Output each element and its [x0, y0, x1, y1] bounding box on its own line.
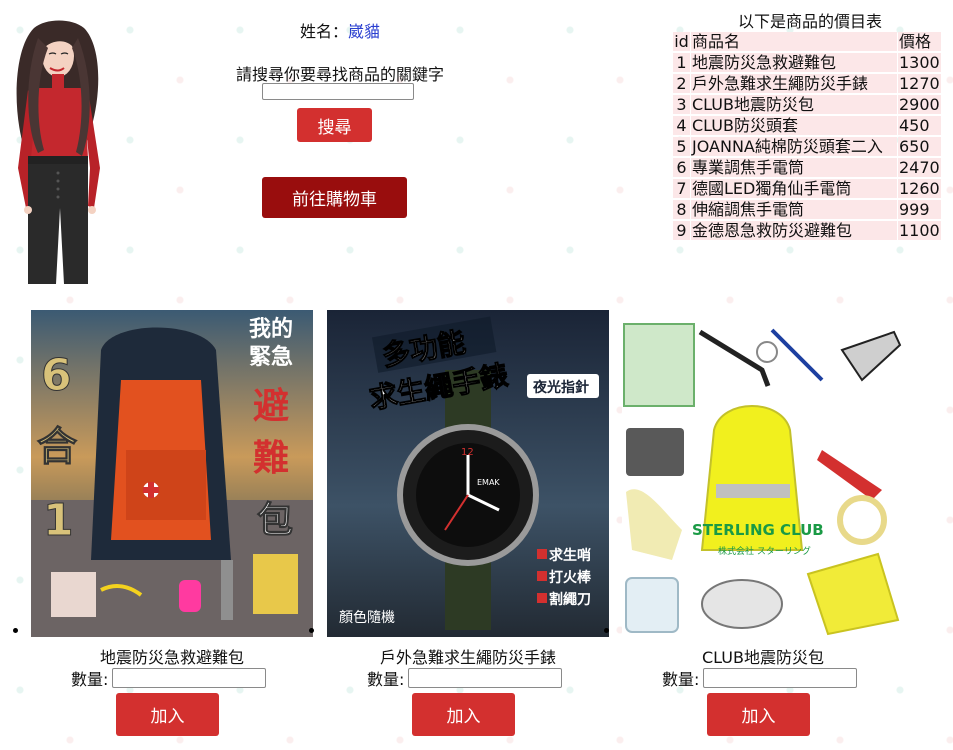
table-row: 9 金德恩急救防災避難包 1100 [673, 221, 941, 240]
cell-id: 4 [673, 116, 690, 135]
product-name-3: CLUB地震防災包 [702, 648, 824, 667]
list-bullet [13, 628, 18, 633]
cell-name: 德國LED獨角仙手電筒 [691, 179, 897, 198]
add-to-cart-button-2[interactable]: 加入 [412, 693, 515, 736]
header-name: 商品名 [691, 32, 897, 51]
table-row: 6 專業調焦手電筒 2470 [673, 158, 941, 177]
svg-text:避: 避 [253, 386, 289, 427]
svg-text:12: 12 [461, 447, 474, 458]
cell-id: 5 [673, 137, 690, 156]
search-button[interactable]: 搜尋 [297, 108, 372, 142]
price-table-header: id 商品名 價格 [673, 32, 941, 51]
svg-text:難: 難 [253, 438, 289, 479]
cell-price: 1300 [898, 53, 941, 72]
price-table: id 商品名 價格 1 地震防災急救避難包 1300 2 戶外急難求生繩防災手錶 127… [672, 30, 942, 242]
quantity-input-2[interactable] [408, 668, 563, 688]
cell-name: CLUB防災頭套 [691, 116, 897, 135]
product-card-3: STERLING CLUB 株式会社 スターリング CLUB地震防災包 數量: … [604, 310, 904, 736]
cell-name: JOANNA純棉防災頭套二入 [691, 137, 897, 156]
cell-id: 6 [673, 158, 690, 177]
cell-name: 地震防災急救避難包 [691, 53, 897, 72]
quantity-row-2: 數量: [367, 666, 563, 690]
product-name-2: 戶外急難求生繩防災手錶 [379, 648, 556, 667]
quantity-row-1: 數量: [71, 666, 267, 690]
price-list-title: 以下是商品的價目表 [737, 12, 882, 31]
table-row: 5 JOANNA純棉防災頭套二入 650 [673, 137, 941, 156]
cell-price: 2470 [898, 158, 941, 177]
username-value[interactable]: 崴貓 [348, 22, 380, 41]
quantity-label: 數量: [367, 670, 405, 689]
table-row: 1 地震防災急救避難包 1300 [673, 53, 941, 72]
cell-price: 1260 [898, 179, 941, 198]
cell-id: 8 [673, 200, 690, 219]
add-to-cart-button-1[interactable]: 加入 [116, 693, 219, 736]
avatar-illustration [16, 20, 100, 284]
add-to-cart-button-3[interactable]: 加入 [707, 693, 810, 736]
go-to-cart-button[interactable]: 前往購物車 [262, 177, 407, 218]
cell-name: CLUB地震防災包 [691, 95, 897, 114]
cell-id: 7 [673, 179, 690, 198]
product-name-1: 地震防災急救避難包 [99, 648, 244, 667]
cell-price: 450 [898, 116, 941, 135]
cell-id: 9 [673, 221, 690, 240]
watch-brand: EMAK [477, 478, 500, 487]
cell-id: 3 [673, 95, 690, 114]
table-row: 7 德國LED獨角仙手電筒 1260 [673, 179, 941, 198]
list-bullet [309, 628, 314, 633]
username-label: 姓名： [299, 22, 348, 41]
image-brand-sub: 株式会社 スターリング [718, 545, 811, 557]
svg-text:1: 1 [43, 495, 74, 546]
image-footer: 顏色隨機 [339, 609, 395, 626]
image-feature-3: 割繩刀 [549, 591, 591, 608]
product-card-1: 6 合 1 我的 緊急 避 難 包 地震防災急救避難包 數量: 加入 [13, 310, 313, 736]
table-row: 3 CLUB地震防災包 2900 [673, 95, 941, 114]
table-row: 8 伸縮調焦手電筒 999 [673, 200, 941, 219]
quantity-row-3: 數量: [662, 666, 858, 690]
svg-text:包: 包 [257, 500, 293, 541]
cell-price: 650 [898, 137, 941, 156]
cell-id: 2 [673, 74, 690, 93]
cell-name: 戶外急難求生繩防災手錶 [691, 74, 897, 93]
svg-text:6: 6 [41, 350, 72, 401]
cell-name: 金德恩急救防災避難包 [691, 221, 897, 240]
cell-price: 1270 [898, 74, 941, 93]
cell-price: 2900 [898, 95, 941, 114]
quantity-label: 數量: [71, 670, 109, 689]
cell-name: 專業調焦手電筒 [691, 158, 897, 177]
quantity-input-3[interactable] [703, 668, 858, 688]
image-badge: 夜光指針 [532, 379, 589, 396]
page: 姓名：崴貓 請搜尋你要尋找商品的關鍵字 搜尋 前往購物車 以下是商品的價目表 i… [0, 0, 953, 750]
cell-price: 999 [898, 200, 941, 219]
product-card-2: 12 EMAK 多功能 求生繩手錶 夜光指針 求生哨 打火棒 割繩刀 顏色隨機 … [309, 310, 609, 736]
image-feature-2: 打火棒 [549, 569, 592, 586]
search-input[interactable] [262, 83, 414, 100]
quantity-input-1[interactable] [112, 668, 267, 688]
svg-text:我的: 我的 [249, 316, 293, 342]
header-price: 價格 [898, 32, 941, 51]
username-row: 姓名：崴貓 [240, 18, 440, 42]
table-row: 4 CLUB防災頭套 450 [673, 116, 941, 135]
image-feature-1: 求生哨 [549, 547, 591, 564]
image-brand: STERLING CLUB [692, 521, 824, 539]
list-bullet [604, 628, 609, 633]
header-id: id [673, 32, 690, 51]
cell-name: 伸縮調焦手電筒 [691, 200, 897, 219]
cell-price: 1100 [898, 221, 941, 240]
product-image-3[interactable]: STERLING CLUB 株式会社 スターリング [622, 310, 904, 637]
product-image-1[interactable]: 6 合 1 我的 緊急 避 難 包 [31, 310, 313, 637]
svg-text:合: 合 [37, 424, 77, 470]
product-image-2[interactable]: 12 EMAK 多功能 求生繩手錶 夜光指針 求生哨 打火棒 割繩刀 顏色隨機 [327, 310, 609, 637]
cell-id: 1 [673, 53, 690, 72]
table-row: 2 戶外急難求生繩防災手錶 1270 [673, 74, 941, 93]
quantity-label: 數量: [662, 670, 700, 689]
svg-text:緊急: 緊急 [249, 344, 293, 370]
search-label: 請搜尋你要尋找商品的關鍵字 [235, 65, 444, 84]
